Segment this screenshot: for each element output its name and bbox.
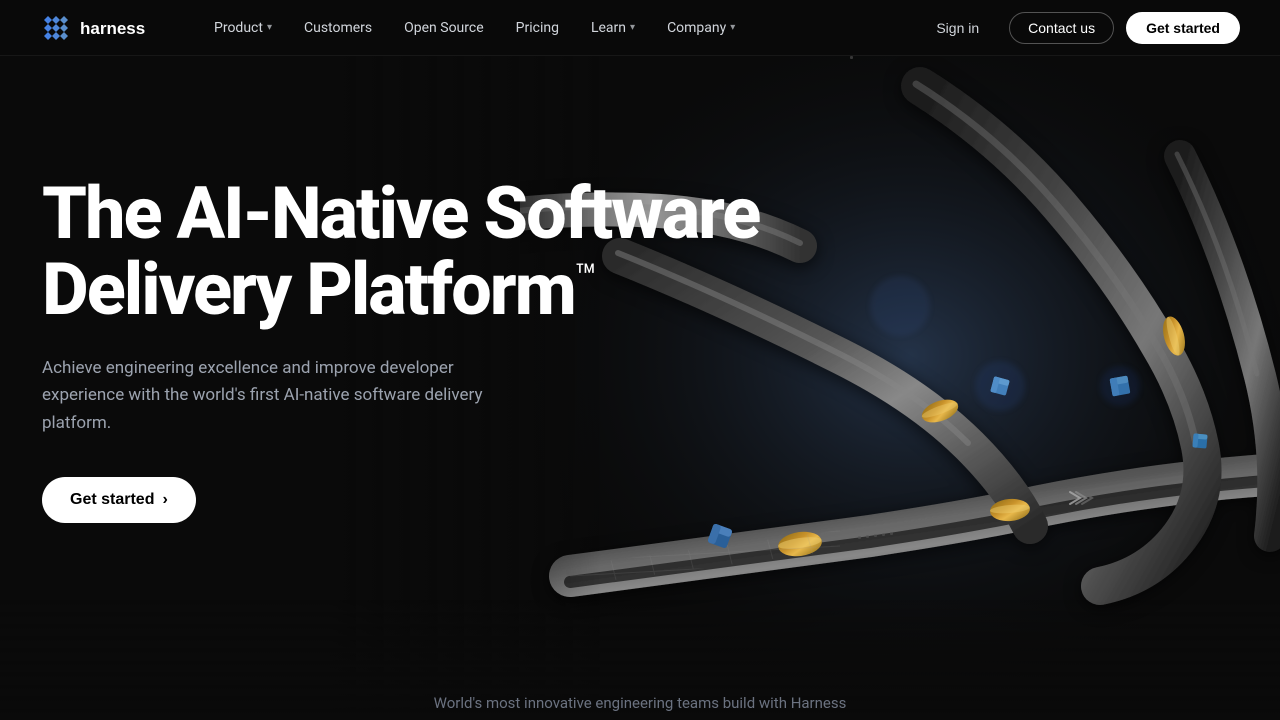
get-started-nav-button[interactable]: Get started	[1126, 12, 1240, 44]
arrow-right-icon: ›	[162, 491, 167, 509]
hero-title: The AI-Native Software Delivery Platform…	[42, 176, 759, 327]
nav-actions: Sign in Contact us Get started	[918, 12, 1240, 44]
get-started-hero-button[interactable]: Get started ›	[42, 477, 196, 523]
logo-text: harness	[80, 17, 160, 39]
hero-section: The AI-Native Software Delivery Platform…	[0, 56, 1280, 720]
hero-subtitle: Achieve engineering excellence and impro…	[42, 355, 522, 437]
nav-item-pricing[interactable]: Pricing	[502, 14, 573, 42]
nav-item-learn[interactable]: Learn ▾	[577, 14, 649, 42]
chevron-down-icon: ▾	[630, 22, 635, 33]
svg-text:harness: harness	[80, 19, 145, 38]
hero-content: The AI-Native Software Delivery Platform…	[42, 176, 759, 523]
bottom-tagline: World's most innovative engineering team…	[0, 694, 1280, 720]
chevron-down-icon: ▾	[267, 22, 272, 33]
signin-button[interactable]: Sign in	[918, 13, 997, 43]
navbar: harness Product ▾ Customers Open Source …	[0, 0, 1280, 56]
contact-button[interactable]: Contact us	[1009, 12, 1114, 44]
nav-item-customers[interactable]: Customers	[290, 14, 386, 42]
logo[interactable]: harness	[40, 12, 160, 44]
nav-item-product[interactable]: Product ▾	[200, 14, 286, 42]
nav-item-company[interactable]: Company ▾	[653, 14, 749, 42]
nav-links: Product ▾ Customers Open Source Pricing …	[200, 14, 918, 42]
nav-item-opensource[interactable]: Open Source	[390, 14, 498, 42]
chevron-down-icon: ▾	[730, 22, 735, 33]
